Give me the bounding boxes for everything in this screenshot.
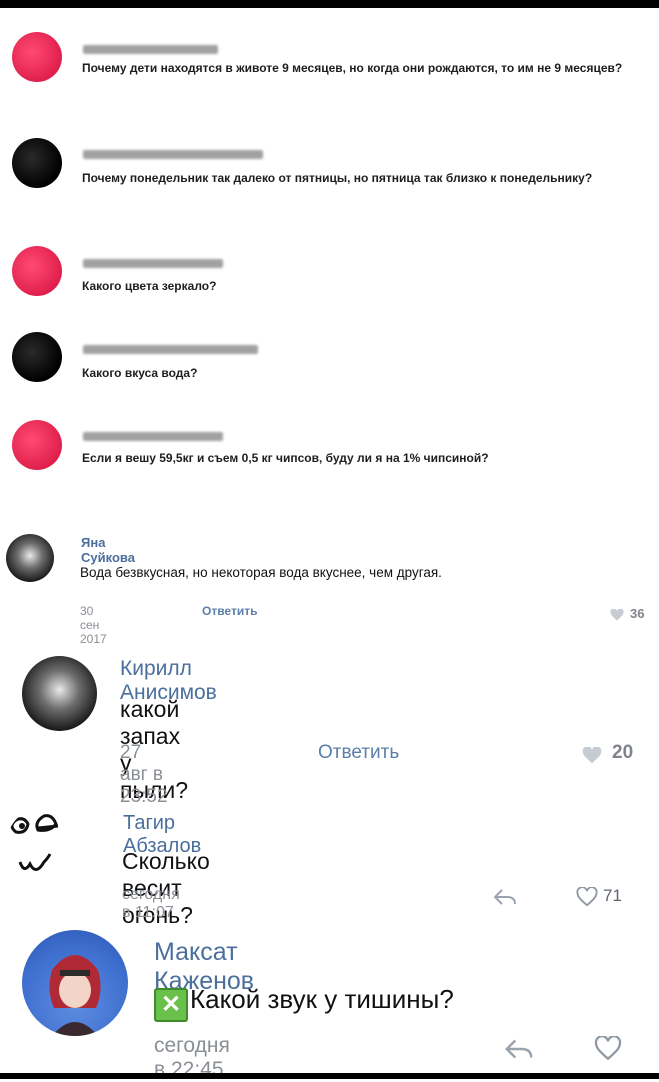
cross-mark-emoji: ✕	[154, 988, 188, 1022]
comment-text: Если я вешу 59,5кг и съем 0,5 кг чипсов,…	[82, 451, 489, 465]
heart-icon[interactable]	[582, 747, 602, 764]
blurred-author-name	[83, 345, 258, 354]
blurred-author-name	[83, 45, 218, 54]
reply-button[interactable]: Ответить	[202, 604, 257, 618]
blurred-author-name	[83, 432, 223, 441]
comment-date: сегодня в 11:07	[122, 886, 180, 921]
avatar[interactable]	[12, 246, 62, 296]
comment-text: Почему понедельник так далеко от пятницы…	[82, 171, 593, 185]
blurred-author-name	[83, 259, 223, 268]
reply-icon[interactable]	[493, 888, 517, 906]
comment-text: Вода безвкусная, но некоторая вода вкусн…	[80, 565, 442, 580]
avatar[interactable]	[6, 806, 86, 886]
avatar[interactable]	[12, 138, 62, 188]
comment-date: 27 авг в 23:52	[120, 742, 168, 807]
comment-text-label: Какой звук у тишины?	[190, 984, 454, 1014]
comment-text: ✕ Какой звук у тишины?	[154, 984, 454, 1022]
heart-icon[interactable]	[576, 887, 598, 907]
like-count: 20	[612, 742, 634, 763]
top-black-bar	[0, 0, 659, 8]
comment-text: Какого цвета зеркало?	[82, 279, 217, 293]
avatar[interactable]	[12, 332, 62, 382]
heart-icon[interactable]	[594, 1036, 622, 1061]
comment-date: 30 сен 2017	[80, 604, 107, 646]
blurred-author-name	[83, 150, 263, 159]
avatar[interactable]	[22, 656, 97, 731]
comment-text: Почему дети находятся в животе 9 месяцев…	[82, 61, 623, 75]
anime-character-icon	[49, 955, 101, 1036]
avatar[interactable]	[12, 32, 62, 82]
reply-icon[interactable]	[504, 1038, 534, 1060]
heart-icon[interactable]	[610, 609, 624, 621]
avatar[interactable]	[12, 420, 62, 470]
like-count: 71	[603, 886, 622, 905]
avatar[interactable]	[22, 930, 128, 1036]
avatar[interactable]	[6, 534, 54, 582]
reply-button[interactable]: Ответить	[318, 742, 399, 764]
like-count: 36	[630, 606, 645, 621]
bottom-black-bar	[0, 1073, 659, 1079]
author-name[interactable]: Яна Суйкова	[81, 535, 135, 565]
comment-text: Какого вкуса вода?	[82, 366, 198, 380]
